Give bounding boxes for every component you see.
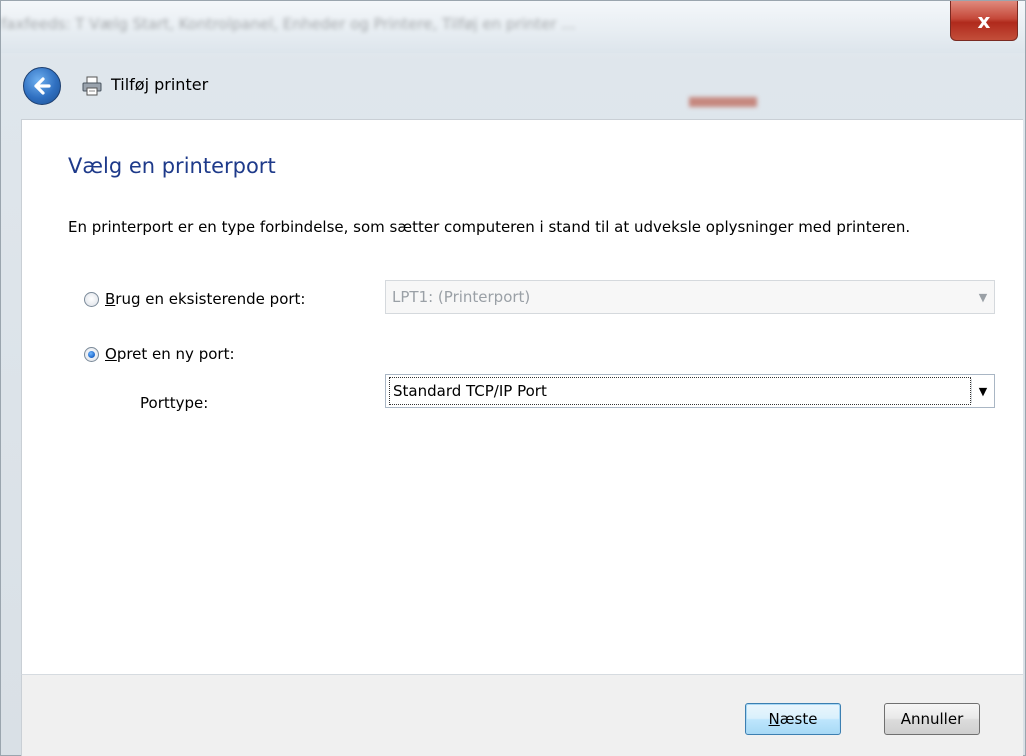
porttype-select[interactable]: Standard TCP/IP Port ▼ <box>385 374 995 408</box>
cancel-button-label: Annuller <box>900 710 964 728</box>
title-bar: faxfeeds: T Vælg Start, Kontrolpanel, En… <box>1 1 1025 53</box>
existing-port-radio[interactable] <box>84 291 99 307</box>
wizard-title: Tilføj printer <box>111 75 209 94</box>
new-port-option[interactable]: Opret en ny port: <box>84 345 235 363</box>
back-arrow-icon <box>34 77 51 95</box>
header-row: Tilføj printer <box>1 53 1025 119</box>
page-description: En printerport er en type forbindelse, s… <box>68 218 911 236</box>
close-icon: x <box>977 8 991 33</box>
close-button[interactable]: x <box>950 1 1018 41</box>
blurred-badge <box>689 97 757 107</box>
printer-icon <box>82 76 102 96</box>
new-port-label: Opret en ny port: <box>105 345 235 363</box>
cancel-button[interactable]: Annuller <box>884 703 980 735</box>
footer-bar: Næste Annuller <box>21 674 1023 756</box>
add-printer-window: faxfeeds: T Vælg Start, Kontrolpanel, En… <box>0 0 1026 756</box>
back-button[interactable] <box>23 67 61 105</box>
porttype-value-box: Standard TCP/IP Port <box>389 377 971 405</box>
page-heading: Vælg en printerport <box>68 154 276 178</box>
chevron-down-icon: ▼ <box>978 290 988 304</box>
porttype-value: Standard TCP/IP Port <box>393 382 547 400</box>
next-button[interactable]: Næste <box>745 703 841 735</box>
chevron-down-icon: ▼ <box>978 384 988 398</box>
new-port-radio[interactable] <box>84 346 99 362</box>
existing-port-select[interactable]: LPT1: (Printerport) ▼ <box>385 280 995 314</box>
next-button-label: Næste <box>768 710 818 728</box>
existing-port-option[interactable]: Brug en eksisterende port: <box>84 290 305 308</box>
existing-port-label: Brug en eksisterende port: <box>105 290 306 308</box>
porttype-label: Porttype: <box>140 394 209 412</box>
existing-port-value: LPT1: (Printerport) <box>392 288 531 306</box>
blurred-caption: faxfeeds: T Vælg Start, Kontrolpanel, En… <box>1 15 576 33</box>
content-panel: Vælg en printerport En printerport er en… <box>21 119 1023 674</box>
